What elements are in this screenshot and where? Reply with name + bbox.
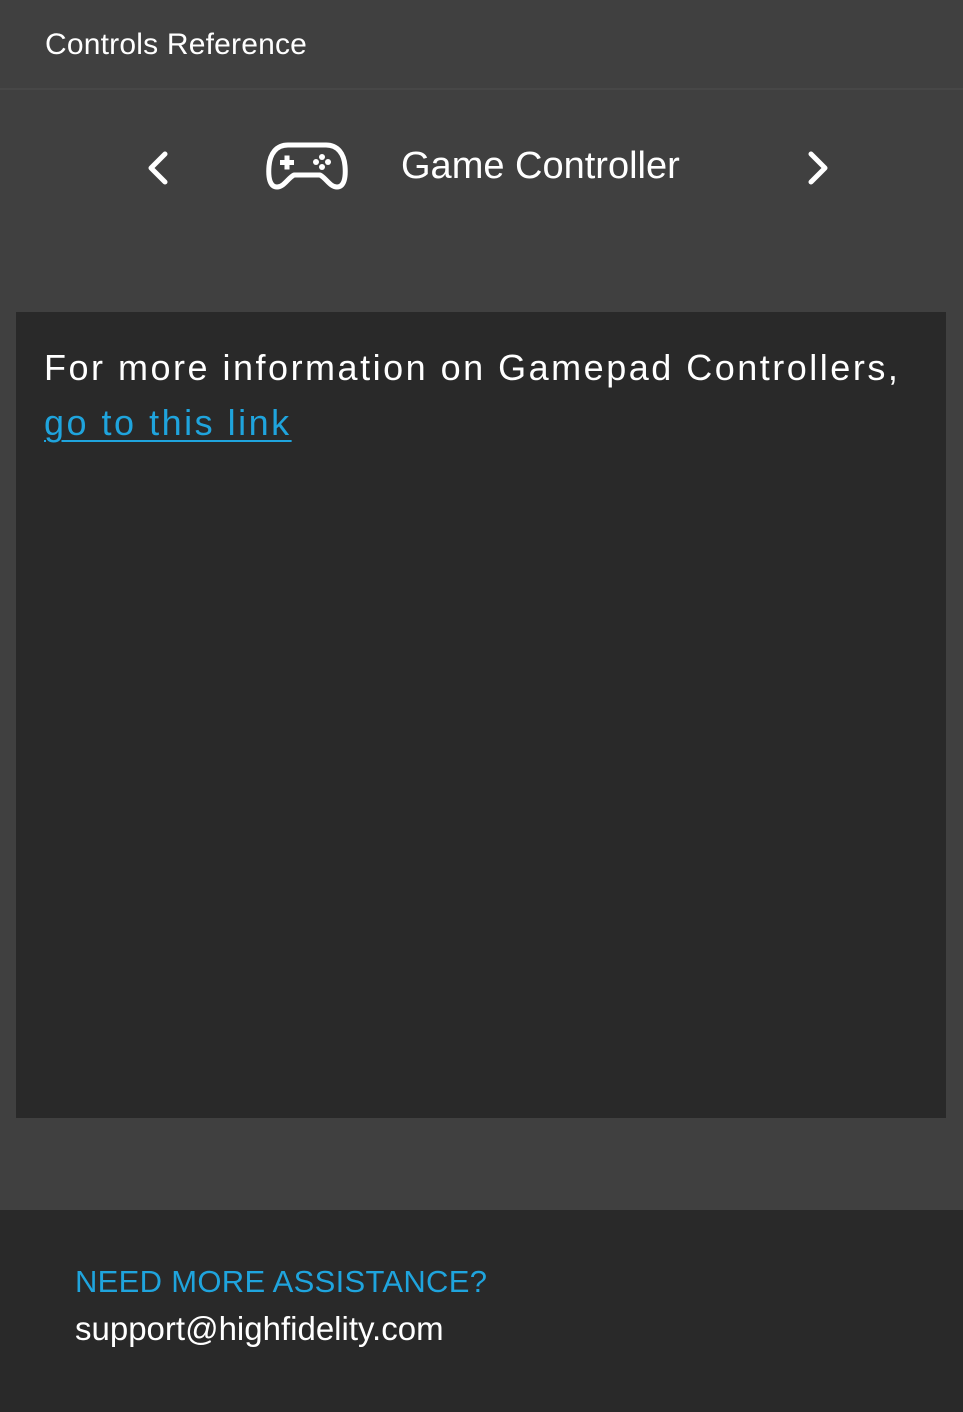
info-text: For more information on Gamepad Controll… — [44, 347, 901, 388]
gamepad-info-link[interactable]: go to this link — [44, 402, 292, 443]
chevron-left-icon — [148, 151, 168, 185]
gamepad-icon — [266, 142, 348, 190]
info-paragraph: For more information on Gamepad Controll… — [44, 340, 904, 450]
next-device-button[interactable] — [799, 148, 835, 188]
chevron-right-icon — [808, 151, 828, 185]
content-panel: For more information on Gamepad Controll… — [16, 312, 946, 1118]
page-title: Controls Reference — [45, 28, 308, 61]
support-email-link[interactable]: support@highfidelity.com — [75, 1310, 444, 1348]
device-title: Game Controller — [401, 145, 680, 187]
assistance-heading: NEED MORE ASSISTANCE? — [75, 1264, 488, 1299]
device-nav: Game Controller — [0, 90, 963, 250]
header-bar: Controls Reference — [0, 0, 963, 90]
previous-device-button[interactable] — [141, 148, 177, 188]
footer: NEED MORE ASSISTANCE? support@highfideli… — [0, 1210, 963, 1412]
